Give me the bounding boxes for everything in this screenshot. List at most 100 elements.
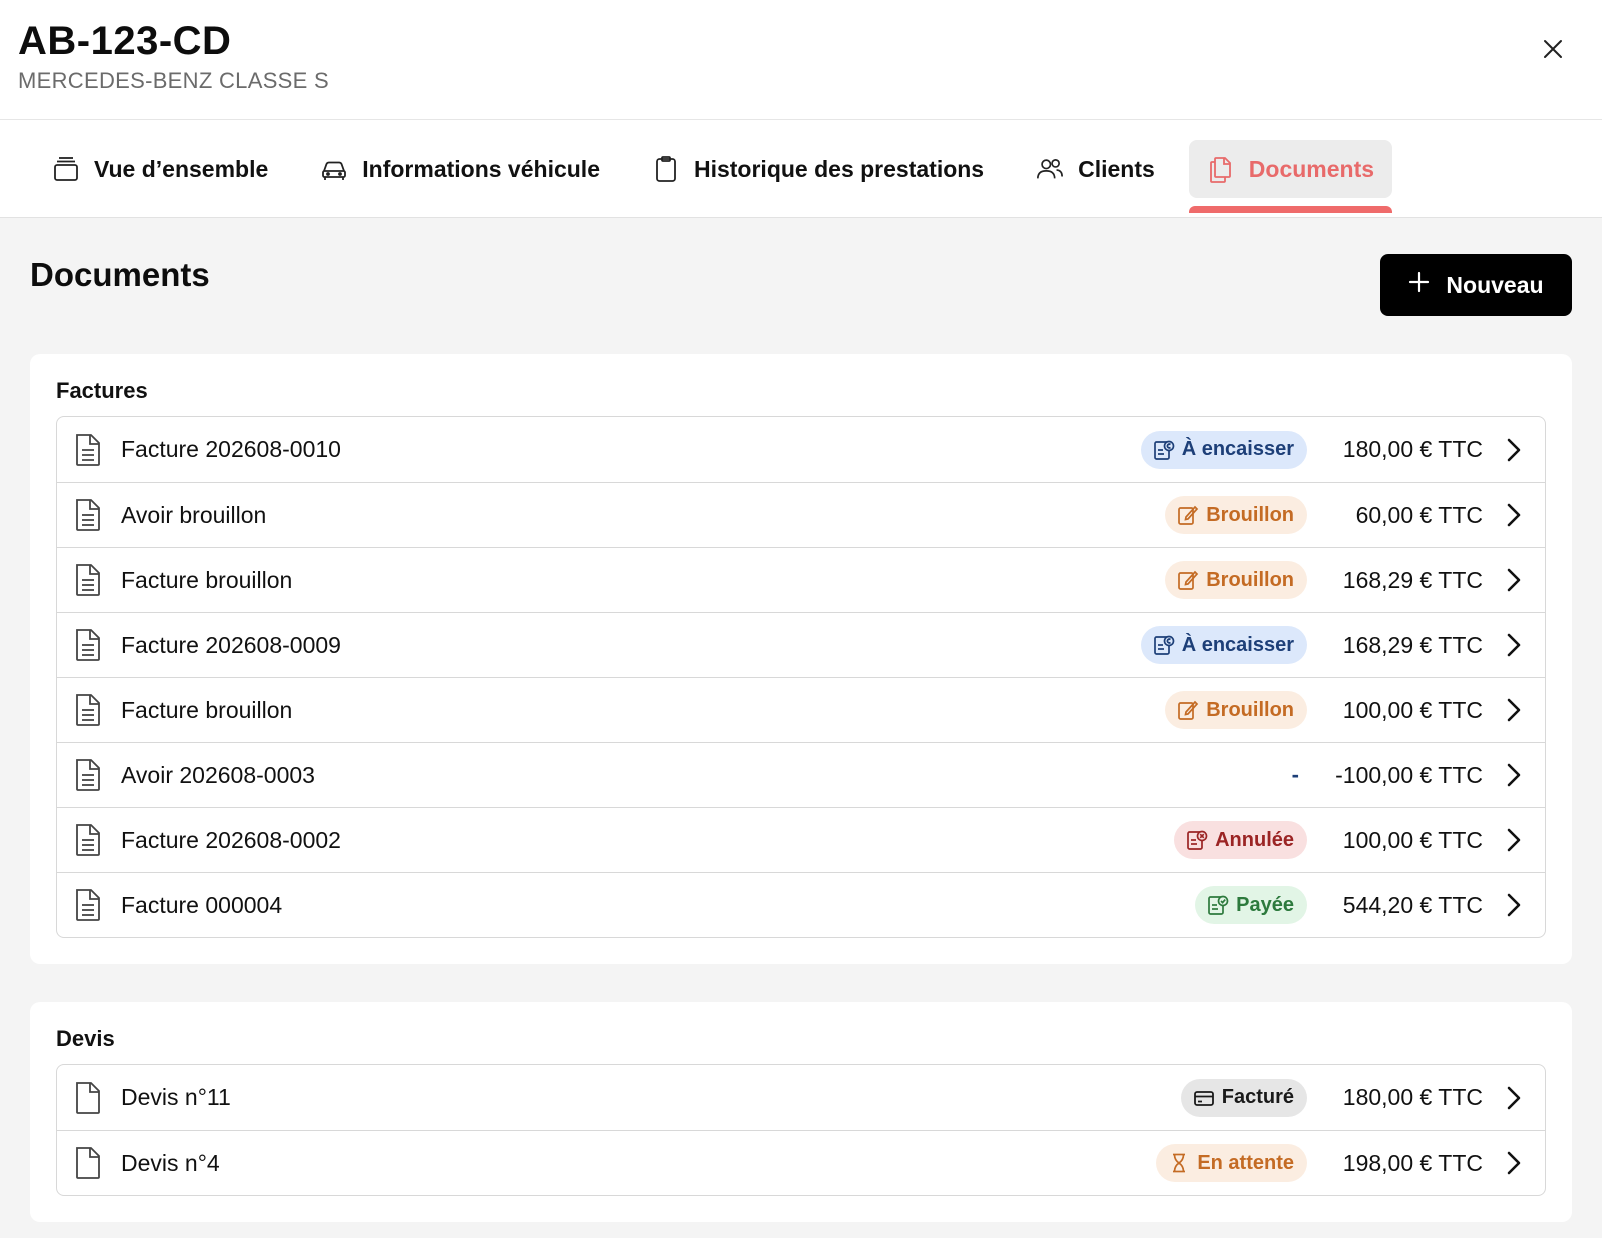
tab-label: Historique des prestations [693,155,985,182]
draft-edit-icon [1177,569,1199,591]
status-empty: - [1291,762,1299,787]
tab-label: Vue d’ensemble [94,155,269,182]
document-amount: 60,00 € TTC [1355,501,1483,528]
status-badge: Brouillon [1165,691,1307,729]
invoice-paid-icon [1207,894,1229,916]
document-amount: 168,29 € TTC [1342,631,1483,658]
document-name: Facture 000004 [121,891,283,918]
tab-documents[interactable]: Documents [1188,140,1393,213]
new-document-button[interactable]: Nouveau [1380,254,1572,316]
chevron-right-icon [1499,435,1529,465]
document-amount: 198,00 € TTC [1342,1149,1483,1176]
page-title: Documents [30,256,210,293]
document-name: Avoir 202608-0003 [121,761,315,788]
chevron-right-icon [1499,630,1529,660]
tab-clients[interactable]: Clients [1018,140,1173,198]
document-icon [73,1081,103,1115]
header: AB-123-CD MERCEDES-BENZ CLASSE S [0,0,1602,120]
invoice-cancelled-icon [1186,829,1208,851]
document-text-icon [73,693,103,727]
invoices-list: Facture 202608-0010 À encaisser 180,00 €… [56,416,1546,938]
document-icon [73,1146,103,1180]
status-badge: Brouillon [1165,496,1307,534]
table-row[interactable]: Devis n°4 En attente 198,00 € TTC [57,1130,1545,1195]
chevron-right-icon [1499,760,1529,790]
chevron-right-icon [1499,500,1529,530]
tab-label: Informations véhicule [362,155,600,182]
document-amount: 180,00 € TTC [1342,1084,1483,1110]
clipboard-icon [652,155,680,183]
draft-edit-icon [1177,504,1199,526]
users-icon [1036,155,1064,183]
document-text-icon [73,823,103,857]
tab-bar: Vue d’ensemble Informations véhicule His… [0,120,1602,218]
draft-edit-icon [1177,699,1199,721]
tab-label: Documents [1248,155,1375,182]
status-badge: Annulée [1174,821,1307,859]
document-text-icon [73,498,103,532]
status-badge: Facturé [1180,1078,1307,1117]
table-row[interactable]: Facture 202608-0010 À encaisser 180,00 €… [57,417,1545,482]
table-row[interactable]: Facture 202608-0009 À encaisser 168,29 €… [57,612,1545,677]
document-name: Avoir brouillon [121,501,267,528]
documents-icon [1207,155,1235,183]
chevron-right-icon [1499,1148,1529,1178]
invoice-pending-icon [1153,439,1175,461]
table-row[interactable]: Devis n°11 Facturé 180,00 € TTC [57,1065,1545,1130]
table-row[interactable]: Avoir brouillon Brouillon 60,00 € TTC [57,482,1545,547]
document-name: Facture brouillon [121,696,293,723]
status-badge: À encaisser [1140,626,1307,664]
document-name: Devis n°11 [121,1084,231,1110]
invoices-card: Factures Facture 202608-0010 À encaisser… [30,354,1572,964]
chevron-right-icon [1499,1083,1529,1113]
table-row[interactable]: Facture 202608-0002 Annulée 100,00 € TTC [57,807,1545,872]
close-icon[interactable] [1540,36,1566,62]
document-amount: 168,29 € TTC [1342,566,1483,593]
credit-card-icon [1193,1087,1215,1109]
document-name: Facture 202608-0002 [121,826,341,853]
plus-icon [1408,271,1430,299]
document-amount: 100,00 € TTC [1342,826,1483,853]
status-badge: Payée [1195,886,1307,924]
status-badge: En attente [1156,1144,1307,1182]
vehicle-model: MERCEDES-BENZ CLASSE S [18,68,330,93]
document-amount: -100,00 € TTC [1335,761,1483,788]
document-text-icon [73,563,103,597]
table-row[interactable]: Facture 000004 Payée 544,20 € TTC [57,872,1545,937]
tab-label: Clients [1078,155,1155,182]
document-name: Facture 202608-0009 [121,631,341,658]
table-row[interactable]: Facture brouillon Brouillon 100,00 € TTC [57,677,1545,742]
stack-icon [52,155,80,183]
quotes-list: Devis n°11 Facturé 180,00 € TTC Devis n°… [56,1064,1546,1196]
tab-service-history[interactable]: Historique des prestations [634,140,1002,198]
invoices-title: Factures [56,378,148,403]
document-amount: 100,00 € TTC [1342,696,1483,723]
tab-overview[interactable]: Vue d’ensemble [34,140,286,198]
quotes-card: Devis Devis n°11 Facturé 180,00 € TTC De… [30,1002,1572,1222]
document-name: Facture brouillon [121,566,293,593]
invoice-pending-icon [1153,634,1175,656]
car-icon [320,155,348,183]
document-text-icon [73,628,103,662]
document-amount: 544,20 € TTC [1342,891,1483,918]
document-amount: 180,00 € TTC [1342,436,1483,462]
document-text-icon [73,888,103,922]
chevron-right-icon [1499,825,1529,855]
chevron-right-icon [1499,890,1529,920]
status-badge: À encaisser [1140,430,1307,469]
new-button-label: Nouveau [1446,271,1544,298]
document-name: Devis n°4 [121,1149,220,1176]
document-text-icon [73,758,103,792]
vehicle-plate: AB-123-CD [18,19,232,63]
tab-vehicle-info[interactable]: Informations véhicule [302,140,618,198]
table-row[interactable]: Facture brouillon Brouillon 168,29 € TTC [57,547,1545,612]
main-content: Documents Nouveau Factures Facture 20260… [0,218,1602,1238]
document-text-icon [73,433,103,467]
chevron-right-icon [1499,565,1529,595]
table-row[interactable]: Avoir 202608-0003 - -100,00 € TTC [57,742,1545,807]
document-name: Facture 202608-0010 [121,436,341,462]
hourglass-icon [1168,1152,1190,1174]
chevron-right-icon [1499,695,1529,725]
status-badge: Brouillon [1165,561,1307,599]
quotes-title: Devis [56,1026,115,1051]
